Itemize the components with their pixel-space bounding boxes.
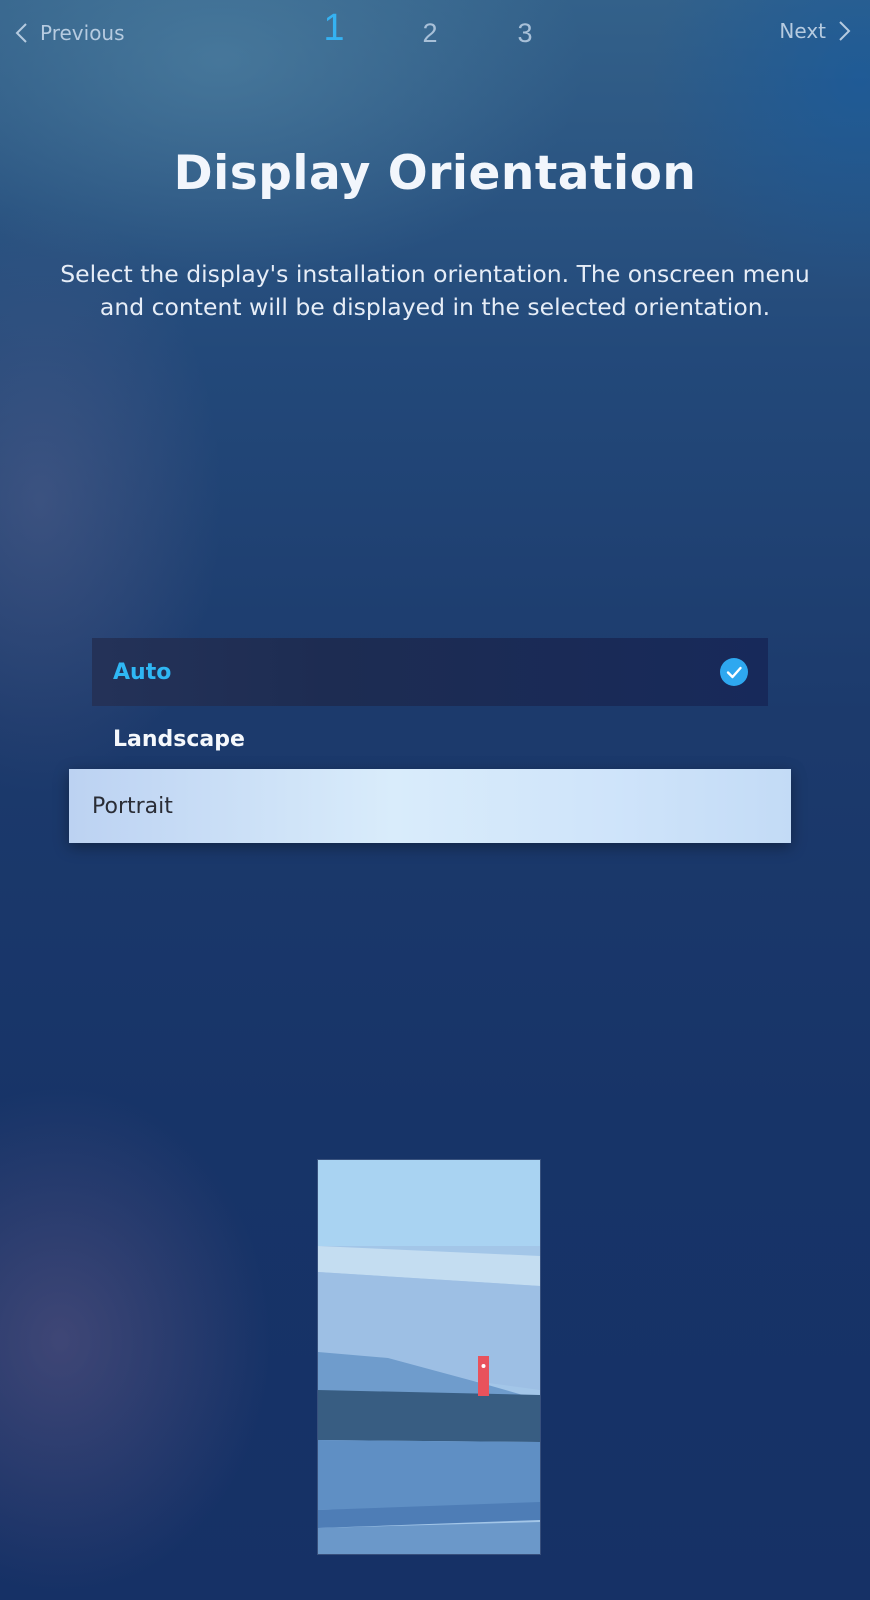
- portrait-landscape-illustration: [318, 1160, 540, 1554]
- option-label: Landscape: [113, 726, 245, 752]
- option-auto[interactable]: Auto: [92, 638, 768, 706]
- checkmark-circle-icon: [720, 658, 748, 686]
- step-2: 2: [422, 18, 438, 48]
- chevron-right-icon: [839, 21, 851, 41]
- option-portrait[interactable]: Portrait: [69, 769, 791, 843]
- option-label: Auto: [113, 659, 172, 685]
- page-description: Select the display's installation orient…: [60, 260, 810, 321]
- step-1: 1: [323, 7, 345, 49]
- option-landscape[interactable]: Landscape: [92, 706, 768, 772]
- top-navigation: Previous 1 2 3 Next: [0, 0, 870, 70]
- orientation-preview-image: [318, 1160, 540, 1554]
- step-indicator: 1 2 3: [0, 7, 870, 62]
- step-3: 3: [517, 18, 533, 48]
- next-button[interactable]: Next: [779, 19, 852, 43]
- page-title: Display Orientation: [173, 146, 697, 201]
- next-label: Next: [779, 19, 826, 43]
- option-label: Portrait: [92, 793, 173, 819]
